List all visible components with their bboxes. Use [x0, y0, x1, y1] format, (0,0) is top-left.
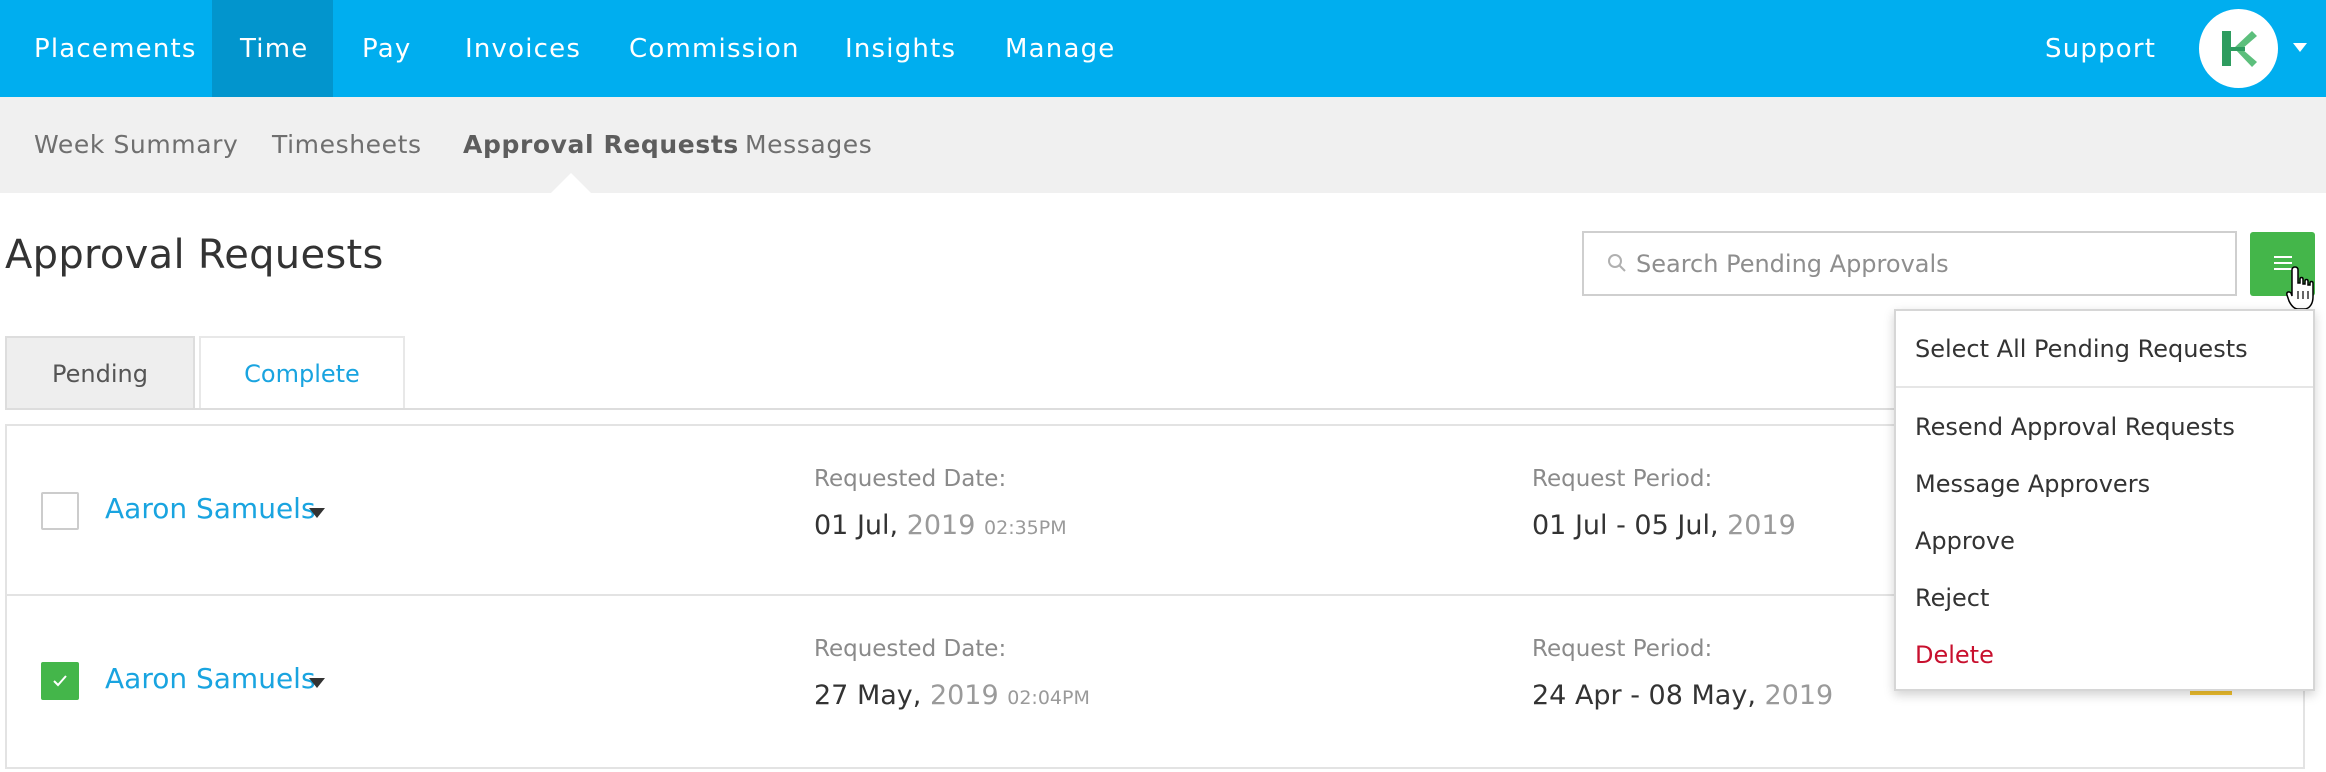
active-subnav-indicator — [551, 173, 591, 193]
nav-item-time[interactable]: Time — [240, 0, 308, 97]
nav-item-invoices[interactable]: Invoices — [465, 0, 581, 97]
requested-date-label: Requested Date: — [814, 466, 1007, 492]
nav-item-insights[interactable]: Insights — [845, 0, 956, 97]
requester-name-link[interactable]: Aaron Samuels — [105, 662, 316, 695]
menu-divider — [1896, 386, 2313, 388]
user-avatar[interactable] — [2199, 9, 2278, 88]
tab-pending[interactable]: Pending — [5, 336, 195, 409]
user-menu-caret-icon[interactable] — [2293, 43, 2307, 52]
menu-item-select-all[interactable]: Select All Pending Requests — [1915, 335, 2248, 363]
requested-date-value: 27 May, 2019 02:04PM — [814, 680, 1090, 711]
nav-item-support[interactable]: Support — [2045, 0, 2156, 97]
menu-item-delete[interactable]: Delete — [1915, 641, 1994, 669]
select-request-checkbox[interactable] — [41, 662, 79, 700]
nav-item-placements[interactable]: Placements — [34, 0, 197, 97]
nav-item-commission[interactable]: Commission — [629, 0, 800, 97]
subnav-item-messages[interactable]: Messages — [745, 97, 872, 193]
menu-item-approve[interactable]: Approve — [1915, 527, 2015, 555]
sub-navigation-bar: Week Summary Timesheets Approval Request… — [0, 97, 2326, 193]
nav-item-manage[interactable]: Manage — [1005, 0, 1115, 97]
search-input[interactable] — [1636, 243, 2226, 285]
requested-date-label: Requested Date: — [814, 636, 1007, 662]
requester-name-link[interactable]: Aaron Samuels — [105, 492, 316, 525]
request-period-label: Request Period: — [1532, 466, 1713, 492]
k-logo-icon — [2222, 31, 2257, 67]
request-period-value: 01 Jul - 05 Jul, 2019 — [1532, 510, 1796, 541]
menu-item-message-approvers[interactable]: Message Approvers — [1915, 470, 2150, 498]
menu-item-reject[interactable]: Reject — [1915, 584, 1989, 612]
requested-date-value: 01 Jul, 2019 02:35PM — [814, 510, 1067, 541]
bulk-actions-dropdown: Select All Pending Requests Resend Appro… — [1894, 309, 2315, 691]
hand-cursor-icon — [2286, 266, 2314, 310]
chevron-down-icon[interactable] — [309, 678, 325, 688]
select-request-checkbox[interactable] — [41, 492, 79, 530]
search-icon — [1608, 254, 1626, 272]
search-pending-approvals[interactable] — [1582, 231, 2237, 296]
nav-item-pay[interactable]: Pay — [362, 0, 411, 97]
subnav-item-timesheets[interactable]: Timesheets — [272, 97, 422, 193]
request-period-label: Request Period: — [1532, 636, 1713, 662]
subnav-item-approval-requests[interactable]: Approval Requests — [463, 97, 739, 193]
tab-complete[interactable]: Complete — [199, 336, 405, 409]
request-period-value: 24 Apr - 08 May, 2019 — [1532, 680, 1834, 711]
checkmark-icon — [53, 675, 67, 687]
chevron-down-icon[interactable] — [309, 508, 325, 518]
top-navigation-bar: Placements Time Pay Invoices Commission … — [0, 0, 2326, 97]
page-title: Approval Requests — [5, 232, 384, 278]
menu-item-resend-approval-requests[interactable]: Resend Approval Requests — [1915, 413, 2235, 441]
subnav-item-week-summary[interactable]: Week Summary — [34, 97, 238, 193]
